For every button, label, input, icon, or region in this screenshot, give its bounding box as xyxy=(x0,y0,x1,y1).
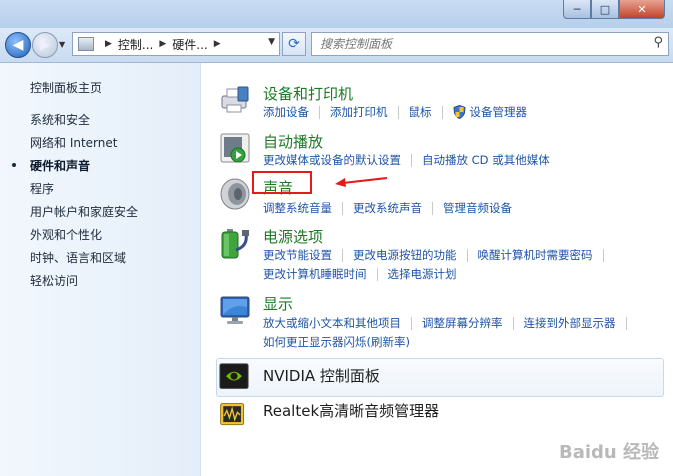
display-links-row1: 放大或缩小文本和其他项目 调整屏幕分辨率 连接到外部显示器 xyxy=(263,315,637,331)
link-divider xyxy=(512,316,514,330)
maximize-button[interactable]: □ xyxy=(591,0,619,19)
link-divider xyxy=(441,105,443,119)
search-box[interactable]: ⚲ xyxy=(311,32,669,56)
link-divider xyxy=(342,248,343,262)
forward-button[interactable]: ▶ xyxy=(32,32,58,58)
link-add-device[interactable]: 添加设备 xyxy=(263,104,309,120)
sound-links: 调整系统音量 更改系统声音 管理音频设备 xyxy=(263,200,512,216)
breadcrumb-separator-icon[interactable]: ▶ xyxy=(159,39,166,49)
link-change-power-buttons[interactable]: 更改电源按钮的功能 xyxy=(353,247,457,263)
nvidia-icon[interactable] xyxy=(218,362,250,392)
sidebar: 控制面板主页 系统和安全 网络和 Internet 硬件和声音 程序 用户帐户和… xyxy=(0,63,201,476)
sidebar-item-label: 硬件和声音 xyxy=(30,159,91,173)
sidebar-item-appearance[interactable]: 外观和个性化 xyxy=(30,226,102,243)
annotation-arrow-icon xyxy=(335,177,388,187)
breadcrumb-separator-icon[interactable]: ▶ xyxy=(105,39,112,49)
link-change-default-media[interactable]: 更改媒体或设备的默认设置 xyxy=(263,152,401,168)
link-mouse[interactable]: 鼠标 xyxy=(409,104,432,120)
window-controls: ─ □ ✕ xyxy=(563,0,665,20)
link-divider xyxy=(319,105,320,119)
control-panel-icon xyxy=(78,37,94,51)
category-realtek: Realtek高清晰音频管理器 xyxy=(218,400,664,434)
category-autoplay: 自动播放 更改媒体或设备的默认设置 自动播放 CD 或其他媒体 xyxy=(218,131,664,171)
category-display: 显示 放大或缩小文本和其他项目 调整屏幕分辨率 连接到外部显示器 如何更正显示器… xyxy=(218,293,664,351)
link-change-system-sounds[interactable]: 更改系统声音 xyxy=(353,200,422,216)
power-links-row1: 更改节能设置 更改电源按钮的功能 唤醒计算机时需要密码 xyxy=(263,247,614,263)
sidebar-item-clock-language[interactable]: 时钟、语言和区域 xyxy=(30,249,126,266)
address-bar[interactable]: ▶ 控制... ▶ 硬件... ▶ ▼ xyxy=(72,32,280,56)
sidebar-item-ease-of-access[interactable]: 轻松访问 xyxy=(30,272,78,289)
navigation-toolbar: ◀ ▶ ▼ ▶ 控制... ▶ 硬件... ▶ ▼ ⟳ ⚲ xyxy=(0,28,673,63)
speaker-icon[interactable] xyxy=(218,177,252,211)
uac-shield-icon xyxy=(452,105,466,119)
refresh-icon: ⟳ xyxy=(288,36,300,52)
link-divider xyxy=(432,201,433,215)
realtek-audio-icon[interactable] xyxy=(218,400,248,430)
autoplay-icon[interactable] xyxy=(218,131,252,165)
arrow-right-icon: ▶ xyxy=(39,37,51,53)
link-change-sleep-time[interactable]: 更改计算机睡眠时间 xyxy=(263,266,367,282)
annotation-highlight-box xyxy=(252,171,312,194)
sidebar-item-system-security[interactable]: 系统和安全 xyxy=(30,111,90,128)
category-title-power[interactable]: 电源选项 xyxy=(263,226,323,247)
title-bar: ─ □ ✕ xyxy=(0,0,673,28)
category-power-options: 电源选项 更改节能设置 更改电源按钮的功能 唤醒计算机时需要密码 更改计算机睡眠… xyxy=(218,226,664,284)
devices-links: 添加设备 添加打印机 鼠标 设备管理器 xyxy=(263,104,527,120)
link-divider xyxy=(411,153,412,167)
link-device-manager[interactable]: 设备管理器 xyxy=(470,104,528,120)
active-bullet-icon xyxy=(12,163,16,167)
history-dropdown-icon[interactable]: ▼ xyxy=(59,40,65,49)
autoplay-links: 更改媒体或设备的默认设置 自动播放 CD 或其他媒体 xyxy=(263,152,550,168)
back-button[interactable]: ◀ xyxy=(5,32,31,58)
search-input[interactable] xyxy=(318,36,632,52)
link-divider xyxy=(602,248,604,262)
link-manage-audio-devices[interactable]: 管理音频设备 xyxy=(443,200,512,216)
link-autoplay-cd[interactable]: 自动播放 CD 或其他媒体 xyxy=(422,152,550,168)
category-title-devices[interactable]: 设备和打印机 xyxy=(263,83,353,104)
close-button[interactable]: ✕ xyxy=(619,0,665,19)
breadcrumb-separator-icon[interactable]: ▶ xyxy=(214,39,221,49)
link-divider xyxy=(376,267,378,281)
category-nvidia: NVIDIA 控制面板 xyxy=(218,362,664,396)
main-content: 设备和打印机 添加设备 添加打印机 鼠标 设备管理器 自动播放 更改媒体或设备的… xyxy=(201,63,673,476)
search-icon[interactable]: ⚲ xyxy=(653,35,663,50)
sidebar-item-user-accounts[interactable]: 用户帐户和家庭安全 xyxy=(30,203,138,220)
minimize-button[interactable]: ─ xyxy=(563,0,591,19)
link-text-size[interactable]: 放大或缩小文本和其他项目 xyxy=(263,315,401,331)
sidebar-item-network[interactable]: 网络和 Internet xyxy=(30,134,117,151)
category-title-autoplay[interactable]: 自动播放 xyxy=(263,131,323,152)
link-adjust-volume[interactable]: 调整系统音量 xyxy=(263,200,332,216)
sidebar-item-home[interactable]: 控制面板主页 xyxy=(30,79,102,96)
printer-icon[interactable] xyxy=(218,83,252,117)
link-screen-resolution[interactable]: 调整屏幕分辨率 xyxy=(422,315,503,331)
refresh-button[interactable]: ⟳ xyxy=(282,32,306,56)
category-title-nvidia[interactable]: NVIDIA 控制面板 xyxy=(263,365,380,386)
link-divider xyxy=(466,248,468,262)
link-require-password-wake[interactable]: 唤醒计算机时需要密码 xyxy=(478,247,593,263)
power-links-row2: 更改计算机睡眠时间 选择电源计划 xyxy=(263,266,457,282)
link-change-power-saving[interactable]: 更改节能设置 xyxy=(263,247,332,263)
breadcrumb-hardware[interactable]: 硬件... xyxy=(172,36,207,53)
address-dropdown-icon[interactable]: ▼ xyxy=(268,37,275,47)
link-choose-power-plan[interactable]: 选择电源计划 xyxy=(388,266,457,282)
link-divider xyxy=(342,201,343,215)
category-title-display[interactable]: 显示 xyxy=(263,293,293,314)
link-refresh-rate[interactable]: 如何更正显示器闪烁(刷新率) xyxy=(263,334,410,350)
sidebar-item-hardware-sound[interactable]: 硬件和声音 xyxy=(12,157,91,174)
sidebar-item-programs[interactable]: 程序 xyxy=(30,180,54,197)
baidu-watermark: Baidu 经验 xyxy=(558,442,659,463)
link-divider xyxy=(411,316,412,330)
breadcrumb-control-panel[interactable]: 控制... xyxy=(118,36,153,53)
link-divider xyxy=(397,105,399,119)
link-external-display[interactable]: 连接到外部显示器 xyxy=(524,315,616,331)
category-title-realtek[interactable]: Realtek高清晰音频管理器 xyxy=(263,400,439,421)
monitor-icon[interactable] xyxy=(218,293,252,327)
arrow-left-icon: ◀ xyxy=(12,37,24,53)
category-devices-printers: 设备和打印机 添加设备 添加打印机 鼠标 设备管理器 xyxy=(218,83,664,123)
display-links-row2: 如何更正显示器闪烁(刷新率) xyxy=(263,334,410,350)
link-add-printer[interactable]: 添加打印机 xyxy=(330,104,388,120)
battery-icon[interactable] xyxy=(218,226,252,260)
link-divider xyxy=(625,316,627,330)
